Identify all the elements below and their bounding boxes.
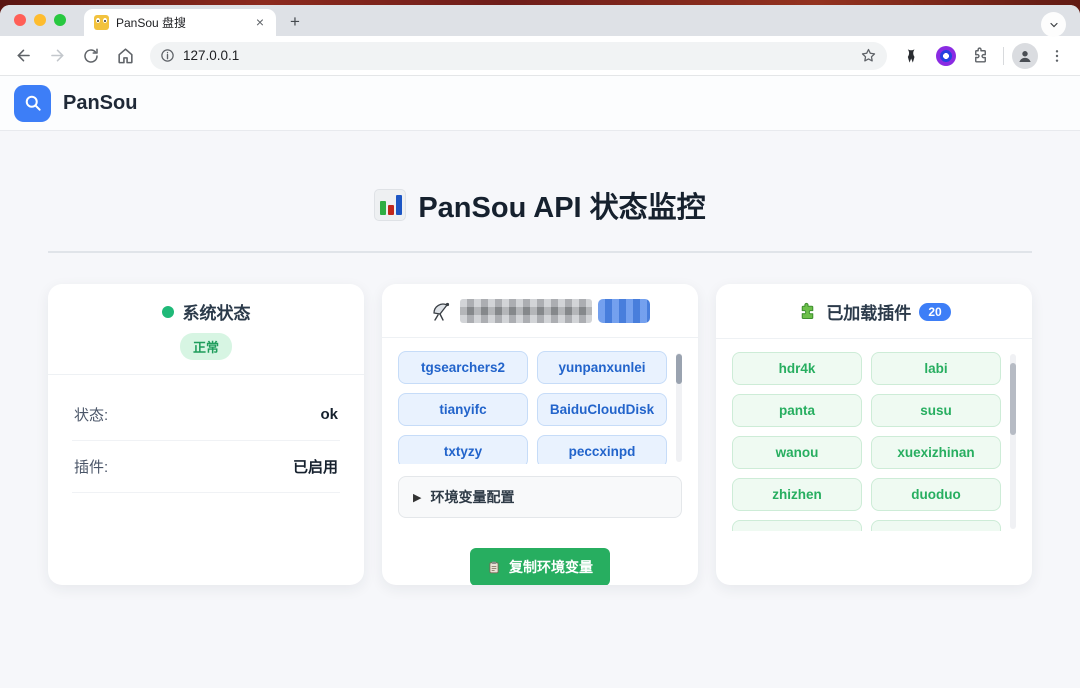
home-button[interactable] — [110, 41, 140, 71]
plugins-row: 插件: 已启用 — [72, 441, 340, 493]
redacted-title-mosaic — [460, 299, 592, 323]
back-icon — [14, 46, 33, 65]
profile-icon — [1016, 47, 1034, 65]
plugin-chip[interactable]: zhizhen — [732, 478, 862, 511]
zoom-window-button[interactable] — [54, 14, 66, 26]
tab-favicon — [94, 15, 109, 30]
brand-name: PanSou — [63, 92, 137, 115]
env-config-label: 环境变量配置 — [430, 487, 514, 507]
status-value: ok — [320, 406, 338, 423]
channels-card: tgsearchers2 yunpanxunlei tianyifc BaiduClo… — [382, 284, 698, 585]
puzzle-piece-icon — [797, 301, 818, 322]
url-text[interactable]: 127.0.0.1 — [183, 48, 852, 63]
search-icon — [23, 93, 43, 113]
status-label: 状态: — [74, 404, 108, 425]
copy-env-label: 复制环境变量 — [509, 557, 593, 577]
status-row: 状态: ok — [72, 389, 340, 441]
extension-icon-2[interactable] — [931, 41, 961, 71]
extension-1-glyph-icon — [902, 46, 922, 66]
site-info-icon[interactable] — [160, 48, 175, 63]
title-divider — [48, 251, 1032, 253]
close-window-button[interactable] — [14, 14, 26, 26]
browser-tab[interactable]: PanSou 盘搜 × — [84, 9, 276, 36]
new-tab-button[interactable]: + — [282, 9, 308, 35]
redacted-count-badge-mosaic — [598, 299, 650, 323]
extension-2-glyph-icon — [936, 46, 956, 66]
plugin-chip[interactable]: duoduo — [871, 478, 1001, 511]
system-status-body: 状态: ok 插件: 已启用 — [48, 375, 364, 493]
system-status-title: 系统状态 — [183, 299, 251, 324]
back-button[interactable] — [8, 41, 38, 71]
plugin-list[interactable]: hdr4k labi panta susu wanou xuexizhinan zhizhe… — [732, 352, 1016, 531]
bar-chart-icon — [374, 189, 406, 221]
plugin-chip[interactable]: susu — [871, 394, 1001, 427]
channel-grid: tgsearchers2 yunpanxunlei tianyifc BaiduClo… — [398, 351, 667, 464]
tab-search-button[interactable] — [1041, 12, 1066, 37]
page-content: PanSou PanSou API 状态监控 系统状态 正常 — [0, 76, 1080, 688]
profile-avatar[interactable] — [1012, 43, 1038, 69]
channel-chip[interactable]: peccxinpd — [537, 435, 667, 464]
copy-env-button[interactable]: 复制环境变量 — [470, 548, 610, 585]
channel-chip[interactable]: BaiduCloudDisk — [537, 393, 667, 426]
extension-icon-1[interactable] — [897, 41, 927, 71]
status-badge: 正常 — [180, 333, 232, 360]
toolbar-separator — [1003, 47, 1004, 65]
channel-chip[interactable]: txtyzy — [398, 435, 528, 464]
browser-menu-button[interactable] — [1042, 41, 1072, 71]
plugins-card: 已加载插件 20 hdr4k labi panta susu wanou xuexizhi… — [716, 284, 1032, 585]
plugins-value: 已启用 — [293, 456, 338, 477]
status-dot-icon — [162, 306, 174, 318]
forward-button[interactable] — [42, 41, 72, 71]
address-bar[interactable]: 127.0.0.1 — [150, 42, 887, 70]
home-icon — [116, 46, 135, 65]
plugins-count-badge: 20 — [919, 303, 950, 321]
env-config-expander[interactable]: ▶ 环境变量配置 — [398, 476, 682, 518]
reload-icon — [82, 47, 100, 65]
channels-header — [382, 284, 698, 338]
channel-list[interactable]: tgsearchers2 yunpanxunlei tianyifc BaiduClo… — [398, 351, 682, 464]
plugin-scrollbar-thumb[interactable] — [1010, 363, 1016, 435]
browser-toolbar: 127.0.0.1 — [0, 36, 1080, 76]
bookmark-star-icon[interactable] — [860, 47, 877, 64]
minimize-window-button[interactable] — [34, 14, 46, 26]
page-title-row: PanSou API 状态监控 — [0, 184, 1080, 226]
plugin-chip[interactable]: labi — [871, 352, 1001, 385]
tab-strip: PanSou 盘搜 × + — [0, 5, 1080, 36]
site-header: PanSou — [0, 76, 1080, 131]
reload-button[interactable] — [76, 41, 106, 71]
plugin-chip[interactable]: hdr4k — [732, 352, 862, 385]
channel-chip[interactable]: tianyifc — [398, 393, 528, 426]
forward-icon — [48, 46, 67, 65]
cards-row: 系统状态 正常 状态: ok 插件: 已启用 — [48, 284, 1032, 585]
plugins-label: 插件: — [74, 456, 108, 477]
tab-close-icon[interactable]: × — [252, 15, 268, 31]
satellite-dish-icon — [430, 299, 454, 323]
plugins-title: 已加载插件 — [826, 299, 911, 324]
plugins-header: 已加载插件 20 — [716, 284, 1032, 339]
extensions-puzzle-icon — [971, 46, 990, 65]
browser-window: PanSou 盘搜 × + 127.0.0.1 — [0, 5, 1080, 688]
plugin-chip[interactable]: xuexizhinan — [871, 436, 1001, 469]
extensions-button[interactable] — [965, 41, 995, 71]
system-status-card: 系统状态 正常 状态: ok 插件: 已启用 — [48, 284, 364, 585]
traffic-lights — [14, 14, 66, 26]
page-title: PanSou API 状态监控 — [418, 184, 705, 226]
chevron-down-icon — [1048, 19, 1060, 31]
tab-title: PanSou 盘搜 — [116, 14, 245, 31]
plugin-chip[interactable] — [871, 520, 1001, 531]
system-status-header: 系统状态 正常 — [48, 284, 364, 375]
site-logo[interactable] — [14, 85, 51, 122]
kebab-menu-icon — [1049, 48, 1065, 64]
plugin-chip[interactable] — [732, 520, 862, 531]
plugin-grid: hdr4k labi panta susu wanou xuexizhinan zhizhe… — [732, 352, 1001, 531]
expander-arrow-icon: ▶ — [413, 491, 421, 504]
channel-chip[interactable]: tgsearchers2 — [398, 351, 528, 384]
channel-chip[interactable]: yunpanxunlei — [537, 351, 667, 384]
channel-scrollbar-thumb[interactable] — [676, 354, 682, 384]
plugin-chip[interactable]: wanou — [732, 436, 862, 469]
plugin-chip[interactable]: panta — [732, 394, 862, 427]
clipboard-icon — [487, 560, 501, 575]
